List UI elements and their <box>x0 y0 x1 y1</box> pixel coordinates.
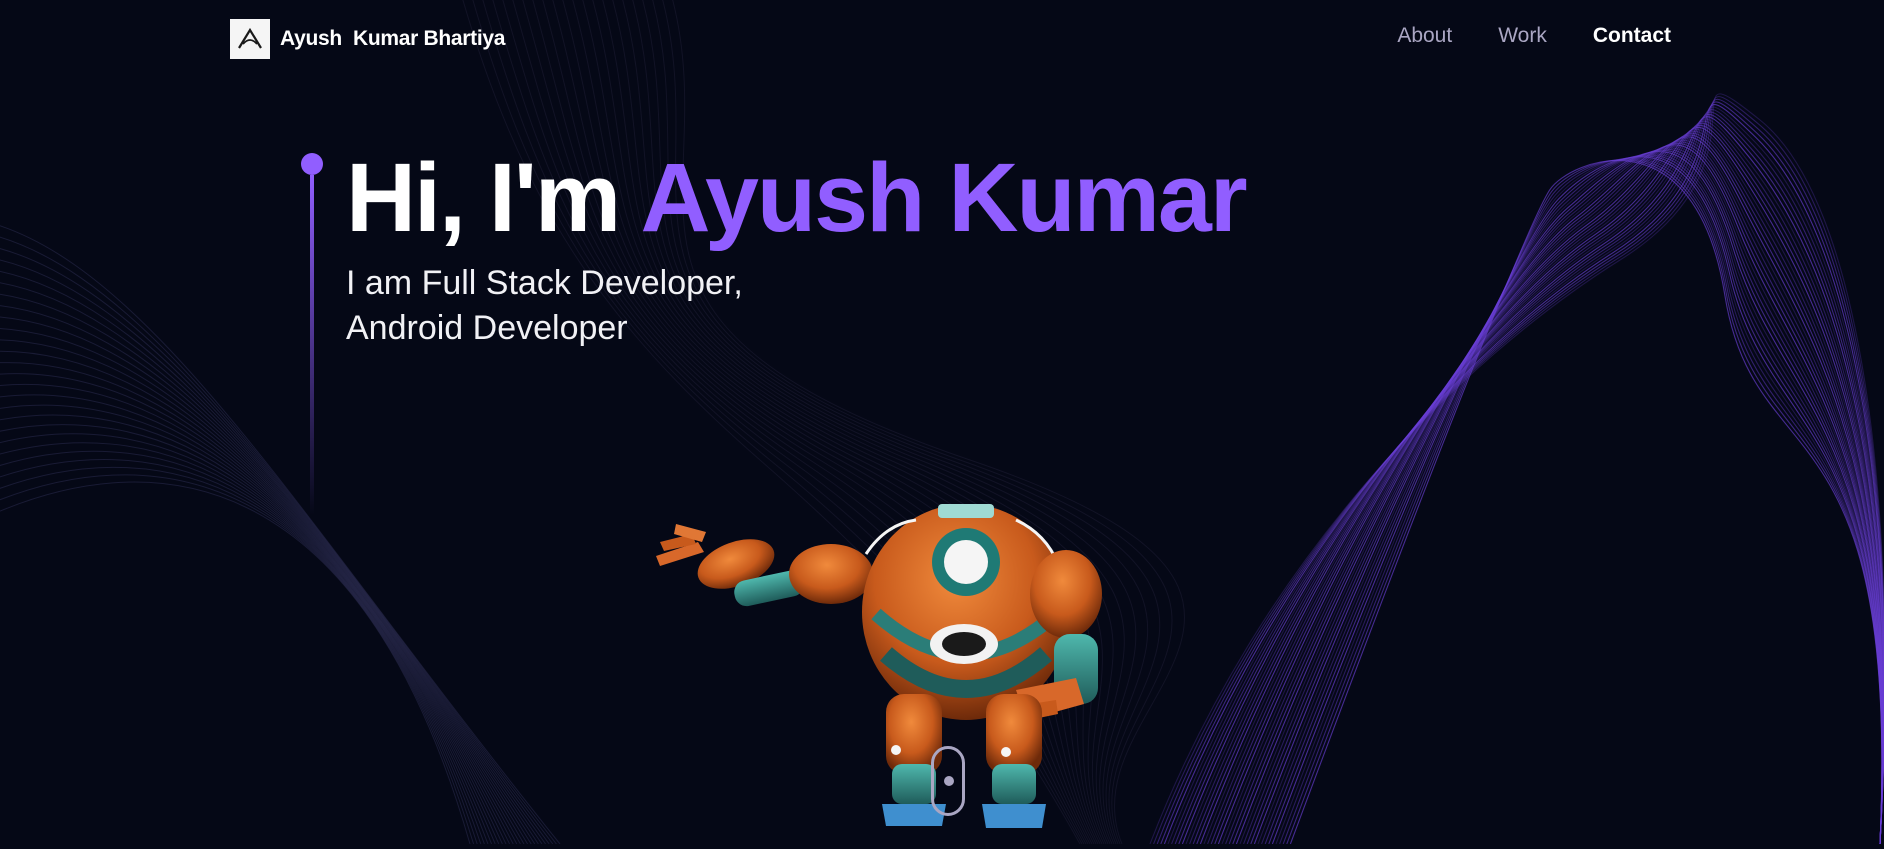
logo-a-icon <box>230 19 270 59</box>
hero-indicator <box>301 153 323 515</box>
nav-item-work: Work <box>1498 24 1547 48</box>
background-wave-line <box>1160 101 1884 844</box>
nav-links: About Work Contact <box>1397 24 1671 48</box>
background-wave-line <box>0 373 514 844</box>
background-wave-line <box>1243 147 1883 844</box>
background-wave-line <box>1214 134 1884 844</box>
hero-indicator-line <box>310 175 314 515</box>
mouse-scroll-icon[interactable] <box>931 746 965 816</box>
background-wave-line <box>1174 111 1884 844</box>
background-wave-line <box>1192 122 1884 844</box>
nav-link-contact[interactable]: Contact <box>1593 24 1671 47</box>
logo-link[interactable]: Ayush Kumar Bhartiya <box>230 19 505 59</box>
background-wave-line <box>1239 145 1883 844</box>
hero-indicator-dot <box>301 153 323 175</box>
scroll-wheel-dot <box>944 776 954 786</box>
hero-greeting: Hi, I'm <box>346 143 621 252</box>
nav-link-work[interactable]: Work <box>1498 24 1547 47</box>
hero-section: Hi, I'm Ayush Kumar I am Full Stack Deve… <box>346 140 1248 351</box>
background-wave-line <box>0 316 532 844</box>
background-wave-line <box>1253 151 1883 844</box>
background-wave-line <box>1178 113 1884 844</box>
background-wave-line <box>0 270 547 844</box>
hero-title: Hi, I'm Ayush Kumar <box>346 140 1248 255</box>
nav-item-about: About <box>1397 24 1452 48</box>
background-wave-line <box>1171 109 1884 844</box>
hero-subtitle: I am Full Stack Developer, Android Devel… <box>346 261 1246 351</box>
background-wave-line <box>0 424 496 844</box>
background-wave-line <box>0 450 485 844</box>
nav-link-about[interactable]: About <box>1397 24 1452 47</box>
background-wave-line <box>0 328 529 844</box>
background-wave-line <box>1250 149 1883 844</box>
navbar: Ayush Kumar Bhartiya About Work Contact <box>0 0 1884 78</box>
background-wave-line <box>1246 148 1883 844</box>
background-wave-line <box>0 362 518 844</box>
hero-name: Ayush Kumar <box>640 143 1248 252</box>
hero-subtitle-line2: Android Developer <box>346 309 628 347</box>
nav-item-contact: Contact <box>1593 24 1671 48</box>
3d-robot-model[interactable] <box>646 494 1126 849</box>
hero-subtitle-line1: I am Full Stack Developer, <box>346 264 743 302</box>
brand-name: Ayush Kumar Bhartiya <box>280 27 506 50</box>
